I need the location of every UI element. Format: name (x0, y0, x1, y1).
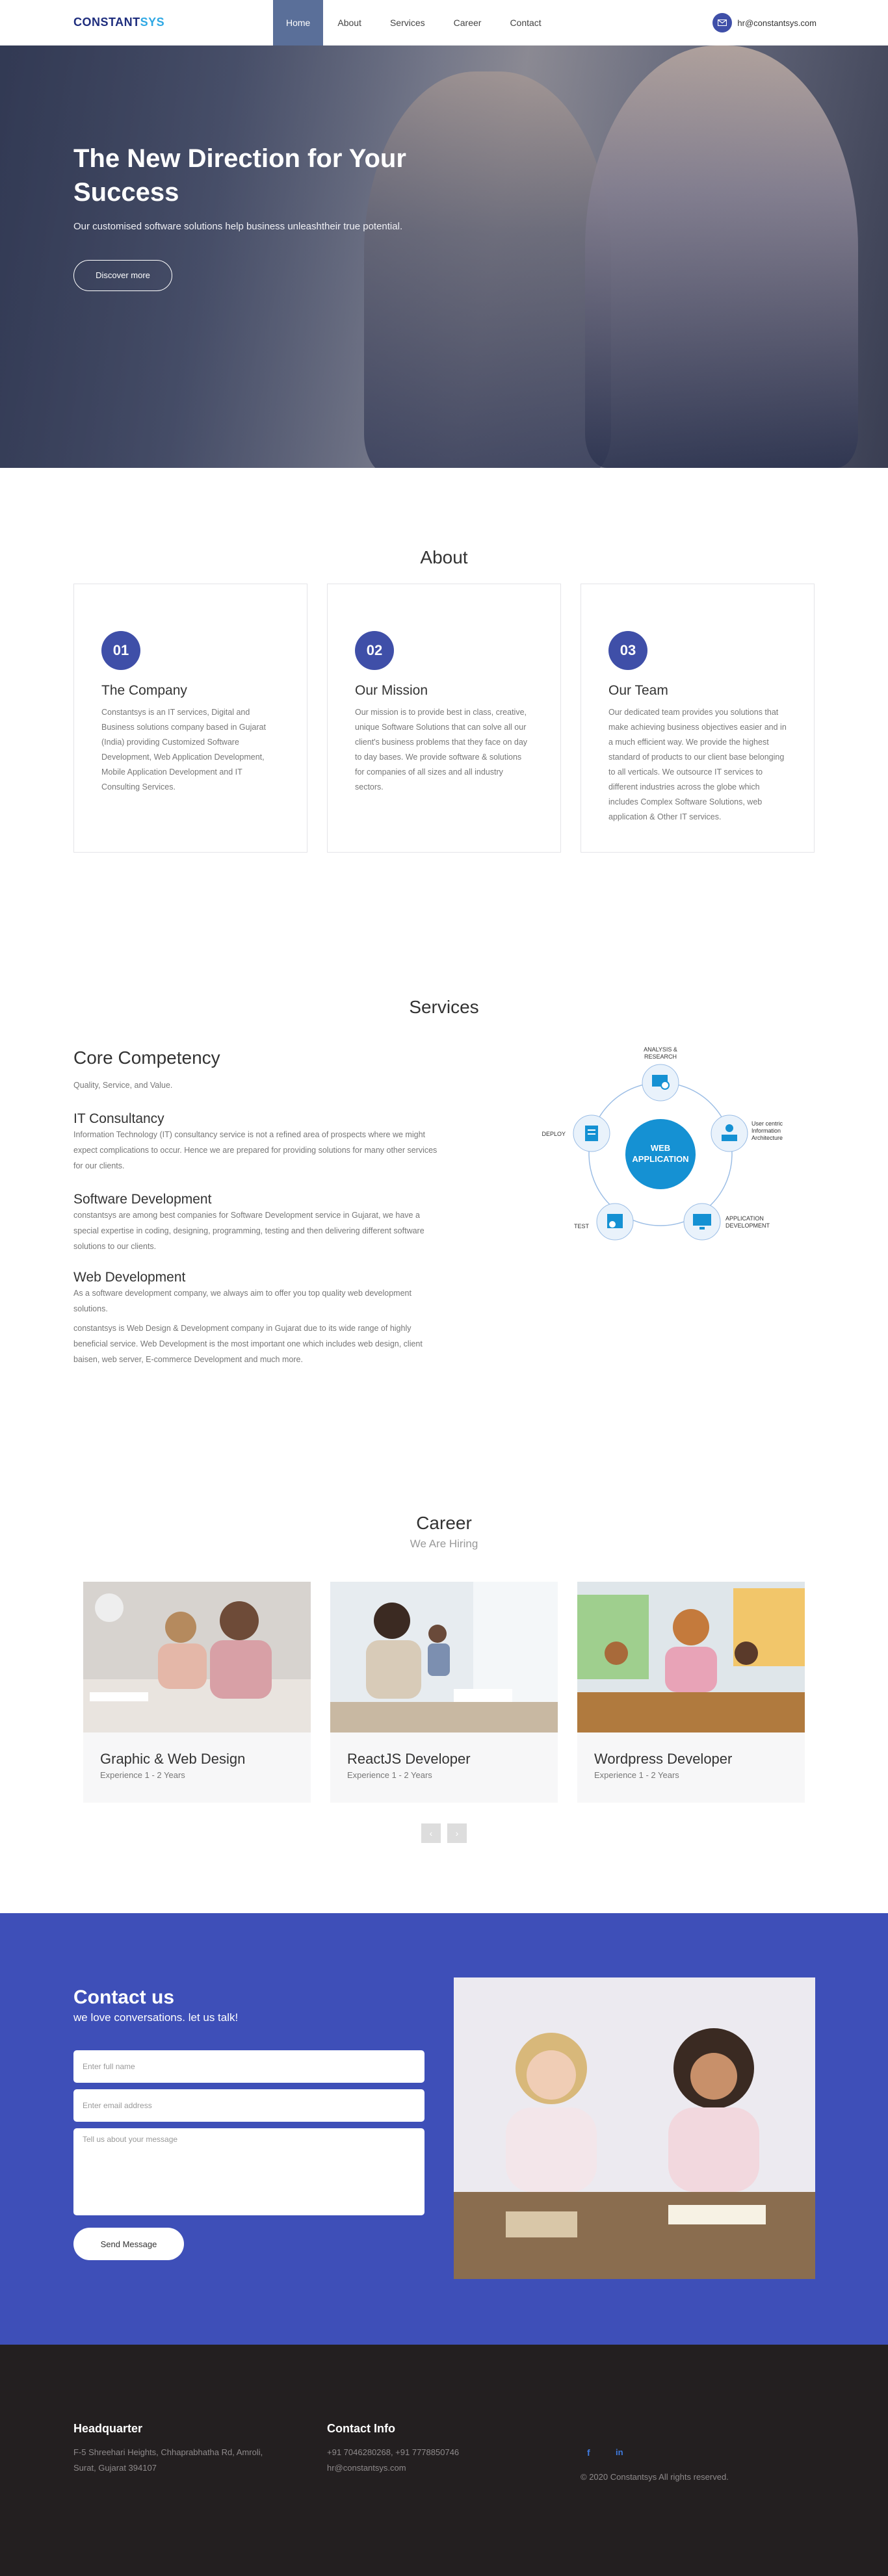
stage-label: DEVELOPMENT (725, 1222, 770, 1229)
service-web-development: Web Development As a software developmen… (73, 1270, 437, 1367)
job-image (577, 1582, 805, 1732)
about-card-title: Our Mission (355, 683, 428, 698)
job-card-reactjs[interactable]: ReactJS Developer Experience 1 - 2 Years (330, 1582, 558, 1803)
footer-hq-line1: F-5 Shreehari Heights, Chhaprabhatha Rd,… (73, 2447, 263, 2457)
architecture-icon (711, 1114, 748, 1152)
job-card-wordpress[interactable]: Wordpress Developer Experience 1 - 2 Yea… (577, 1582, 805, 1803)
email-input[interactable] (73, 2089, 424, 2122)
job-image (330, 1582, 558, 1732)
job-card-graphic-design[interactable]: Graphic & Web Design Experience 1 - 2 Ye… (83, 1582, 311, 1803)
service-title: Software Development (73, 1192, 212, 1207)
logo-text: CONSTANT (73, 16, 140, 29)
service-it-consultancy: IT Consultancy Information Technology (I… (73, 1111, 437, 1174)
stage-label: RESEARCH (644, 1053, 677, 1060)
career-subtitle: We Are Hiring (410, 1538, 478, 1550)
about-card-title: Our Team (608, 683, 668, 698)
footer-hq-title: Headquarter (73, 2422, 143, 2435)
nav-career[interactable]: Career (439, 0, 496, 45)
stage-label: User centric (751, 1120, 783, 1127)
send-message-button[interactable]: Send Message (73, 2228, 184, 2260)
deploy-icon (573, 1114, 610, 1152)
logo[interactable]: CONSTANTSYS (73, 16, 164, 29)
contact-photo (454, 1977, 815, 2279)
service-software-development: Software Development constantsys are amo… (73, 1192, 437, 1254)
nav-about[interactable]: About (323, 0, 376, 45)
contact-subtitle: we love conversations. let us talk! (73, 2011, 239, 2024)
about-card-text: Our mission is to provide best in class,… (355, 708, 528, 792)
nav-home[interactable]: Home (273, 0, 324, 45)
discover-more-button[interactable]: Discover more (73, 260, 172, 291)
test-icon (596, 1203, 634, 1241)
development-icon (683, 1203, 721, 1241)
about-card-text: Constantsys is an IT services, Digital a… (101, 708, 266, 792)
hero-title: The New Direction for Your Success (73, 144, 406, 207)
about-card-team: 03 Our Team Our dedicated team provides … (581, 584, 815, 853)
service-text: constantsys are among best companies for… (73, 1211, 424, 1251)
job-title: Graphic & Web Design (100, 1751, 246, 1767)
top-navbar: CONSTANTSYS Home About Services Career C… (0, 0, 888, 45)
center-label-line2: APPLICATION (632, 1154, 688, 1164)
footer-contact-title: Contact Info (327, 2422, 395, 2435)
job-experience: Experience 1 - 2 Years (347, 1770, 432, 1780)
web-application-cycle-diagram: WEB APPLICATION ANALYSIS & RESEARCH User… (542, 1046, 783, 1241)
core-competency-title: Core Competency (73, 1048, 220, 1068)
nav-contact[interactable]: Contact (495, 0, 555, 45)
footer-copyright: © 2020 Constantsys All rights reserved. (581, 2472, 729, 2482)
about-card-text: Our dedicated team provides you solution… (608, 708, 787, 821)
footer-hq-line2: Surat, Gujarat 394107 (73, 2463, 157, 2473)
job-title: ReactJS Developer (347, 1751, 471, 1767)
stage-label: DEPLOY (542, 1131, 566, 1137)
job-image (83, 1582, 311, 1732)
hero-banner (0, 45, 888, 468)
linkedin-icon[interactable]: in (616, 2447, 623, 2457)
services-section-title: Services (409, 997, 479, 1017)
career-section-title: Career (416, 1513, 472, 1533)
stage-label: Architecture (751, 1135, 783, 1141)
stage-label: APPLICATION (725, 1215, 764, 1222)
service-text: As a software development company, we al… (73, 1289, 411, 1313)
stage-label: Information (751, 1127, 781, 1134)
about-card-company: 01 The Company Constantsys is an IT serv… (73, 584, 307, 853)
logo-accent-text: SYS (140, 16, 165, 29)
about-card-number: 02 (355, 631, 394, 670)
facebook-icon[interactable]: f (587, 2447, 590, 2458)
about-card-title: The Company (101, 683, 187, 698)
service-title: Web Development (73, 1270, 186, 1285)
about-card-number: 01 (101, 631, 140, 670)
job-experience: Experience 1 - 2 Years (100, 1770, 185, 1780)
service-text-extra: constantsys is Web Design & Development … (73, 1324, 423, 1364)
job-title: Wordpress Developer (594, 1751, 733, 1767)
nav-email-link[interactable]: hr@constantsys.com (712, 13, 816, 32)
stage-label: ANALYSIS & (644, 1046, 677, 1053)
service-title: IT Consultancy (73, 1111, 164, 1126)
nav-email-text: hr@constantsys.com (737, 18, 816, 28)
hero-subtitle: Our customised software solutions help b… (73, 221, 403, 232)
about-card-mission: 02 Our Mission Our mission is to provide… (327, 584, 561, 853)
mail-icon (712, 13, 733, 32)
full-name-input[interactable] (73, 2050, 424, 2083)
stage-label: TEST (574, 1223, 590, 1230)
center-label-line1: WEB (651, 1143, 670, 1153)
main-menu: Home About Services Career Contact (273, 0, 556, 45)
nav-services[interactable]: Services (376, 0, 439, 45)
footer-phones: +91 7046280268, +91 7778850746 (327, 2447, 460, 2457)
about-card-number: 03 (608, 631, 647, 670)
core-competency-subtitle: Quality, Service, and Value. (73, 1081, 173, 1090)
job-experience: Experience 1 - 2 Years (594, 1770, 679, 1780)
contact-title: Contact us (73, 1987, 175, 2008)
core-competency: Core Competency Quality, Service, and Va… (73, 1048, 437, 1093)
carousel-prev-button[interactable]: ‹ (421, 1823, 441, 1843)
hero-overlay (0, 45, 888, 468)
footer-email[interactable]: hr@constantsys.com (327, 2460, 406, 2476)
service-text: Information Technology (IT) consultancy … (73, 1130, 437, 1170)
carousel-next-button[interactable]: › (447, 1823, 467, 1843)
about-section-title: About (420, 547, 468, 567)
analysis-icon (642, 1064, 679, 1101)
message-input[interactable] (73, 2128, 424, 2215)
